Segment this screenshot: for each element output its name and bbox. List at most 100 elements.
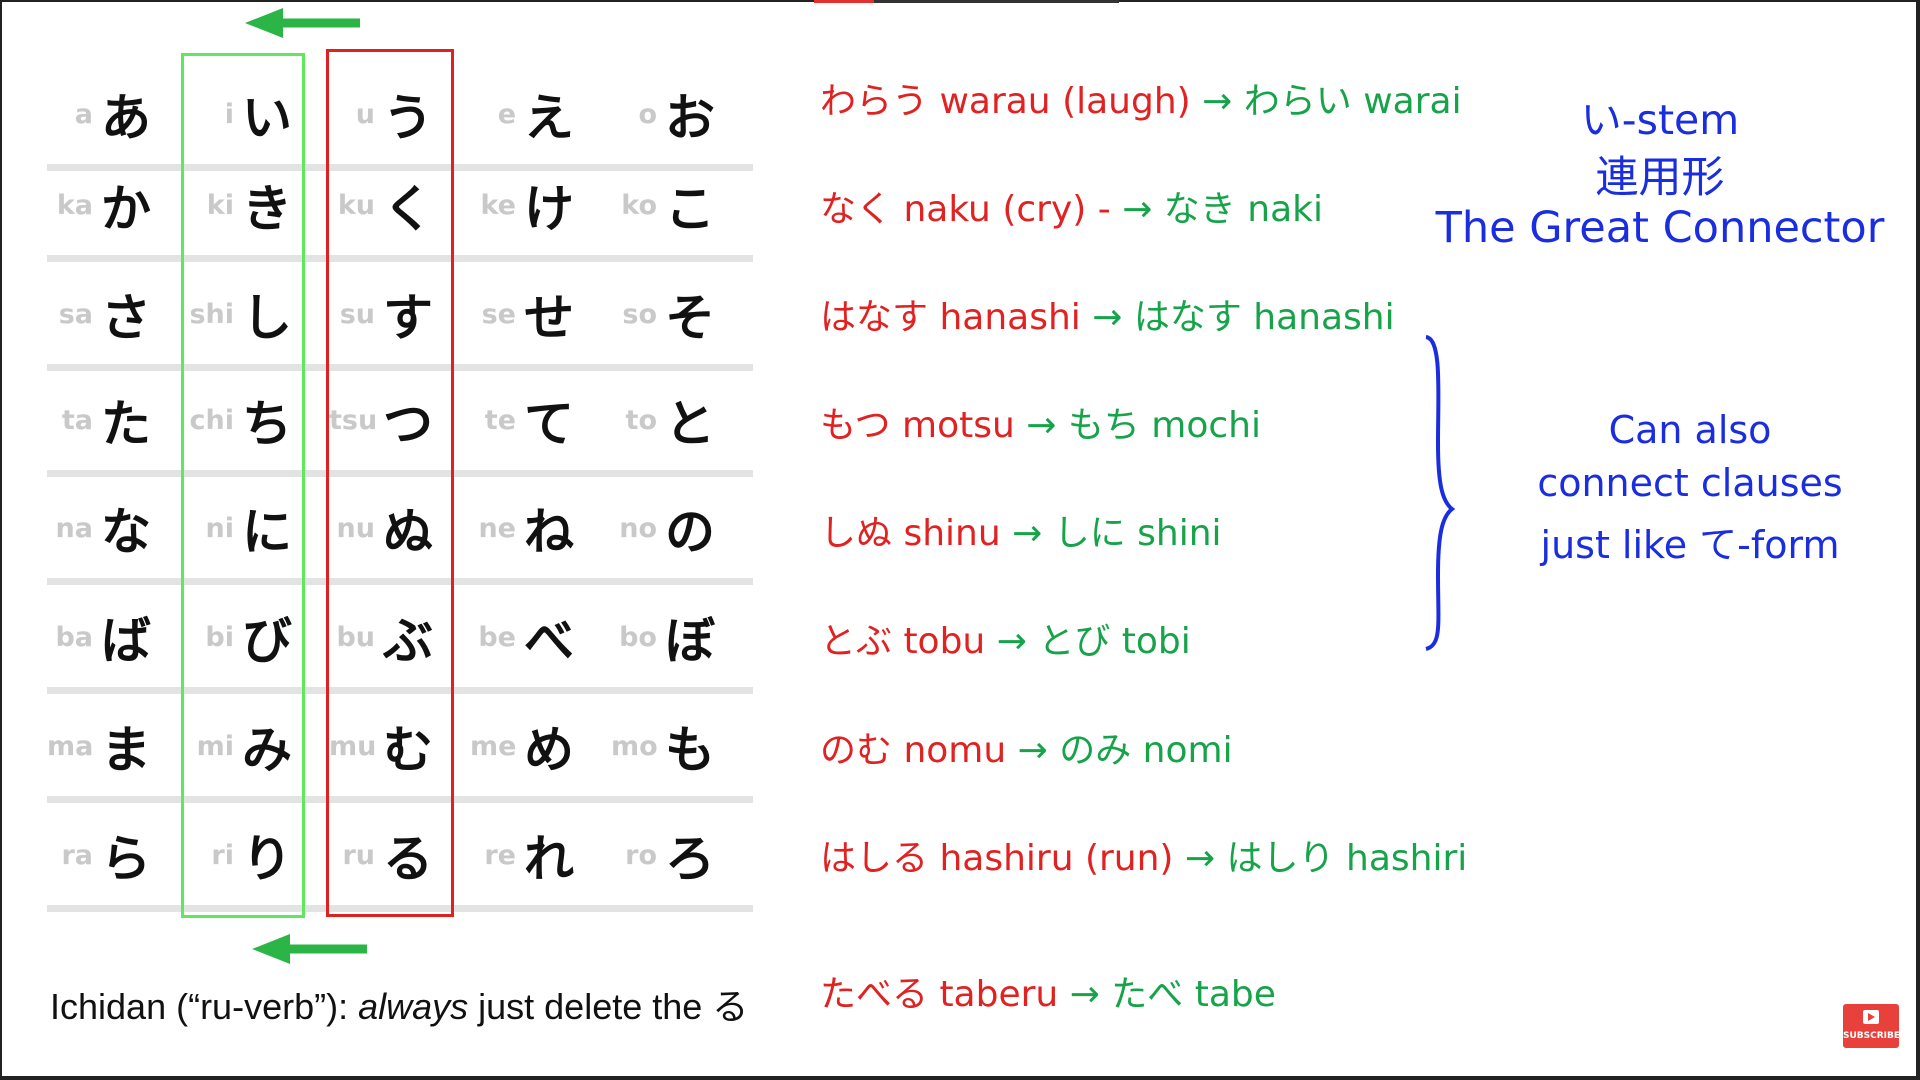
kana-cell: no の <box>611 474 752 582</box>
example-dictionary-form: はしる hashiru (run) <box>820 838 1185 879</box>
kana-cell: re れ <box>470 801 611 909</box>
example-stem-form: しに shini <box>1042 513 1222 554</box>
subscribe-label: SUBSCRIBE <box>1843 1031 1901 1041</box>
kana-cell: me め <box>470 692 611 800</box>
example-dictionary-form: なく naku (cry) - <box>820 189 1123 230</box>
kana-char: え <box>524 89 574 147</box>
caption-emphasis: always <box>358 986 469 1027</box>
kana-char: あ <box>101 89 151 147</box>
kana-cell: so そ <box>611 260 752 368</box>
romaji-label: ne <box>478 512 516 544</box>
romaji-label: ra <box>61 839 93 871</box>
kana-cell: ma ま <box>47 692 188 800</box>
kana-char: こ <box>665 180 715 238</box>
example-dictionary-form: のむ nomu <box>820 730 1018 771</box>
example-dictionary-form: たべる taberu <box>820 974 1070 1015</box>
example-arrow: → <box>1012 513 1043 554</box>
kana-cell: ba ば <box>47 583 188 691</box>
example-arrow: → <box>1092 297 1123 338</box>
frame-right-border <box>1916 0 1920 1080</box>
note-can-also: Can also <box>1608 408 1772 452</box>
romaji-label: to <box>625 404 657 436</box>
note-stem-title: い-stem <box>1580 96 1740 144</box>
kana-char: ぼ <box>665 612 715 670</box>
example-stem-form: なき naki <box>1152 189 1323 230</box>
kana-char: さ <box>101 289 151 347</box>
romaji-label: mo <box>611 730 658 762</box>
kana-char: も <box>665 721 715 779</box>
romaji-label: ke <box>480 189 516 221</box>
caption-post: just delete the る <box>468 986 749 1027</box>
conjugation-example: しぬ shinu → しに shini <box>820 504 1222 556</box>
kana-cell: ra ら <box>47 801 188 909</box>
kana-char: そ <box>665 289 715 347</box>
kana-cell: te て <box>470 366 611 474</box>
romaji-label: ko <box>621 189 657 221</box>
subscribe-button[interactable]: SUBSCRIBE <box>1843 1004 1901 1048</box>
example-stem-form: もち mochi <box>1056 405 1261 446</box>
romaji-label: a <box>74 98 93 130</box>
play-triangle-icon <box>1868 1013 1875 1021</box>
example-stem-form: とび tobi <box>1026 621 1191 662</box>
example-dictionary-form: わらう warau (laugh) <box>820 81 1203 122</box>
example-arrow: → <box>1017 730 1048 771</box>
romaji-label: sa <box>58 298 93 330</box>
curly-brace-icon <box>1425 335 1456 651</box>
kana-cell: ro ろ <box>611 801 752 909</box>
kana-char: ろ <box>665 830 715 888</box>
romaji-label: o <box>638 98 657 130</box>
kana-char: て <box>524 395 574 453</box>
example-dictionary-form: もつ motsu <box>820 405 1027 446</box>
kana-char: か <box>101 180 151 238</box>
example-dictionary-form: とぶ tobu <box>820 621 997 662</box>
romaji-label: be <box>478 621 516 653</box>
note-connect-clauses: connect clauses <box>1537 461 1843 505</box>
top-progress-dark <box>874 0 1119 3</box>
kana-char: け <box>524 180 574 238</box>
arrow-left-bottom-icon <box>252 934 367 964</box>
kana-char: せ <box>524 289 574 347</box>
ichidan-caption: Ichidan (“ru-verb”): always just delete … <box>50 978 748 1030</box>
kana-cell: ko こ <box>611 151 752 259</box>
kana-cell: na な <box>47 474 188 582</box>
kana-cell: ke け <box>470 151 611 259</box>
example-stem-form: はしり hashiri <box>1215 838 1468 879</box>
kana-char: ば <box>101 612 151 670</box>
romaji-label: e <box>497 98 516 130</box>
kana-char: お <box>665 89 715 147</box>
top-progress-red <box>814 0 874 3</box>
conjugation-example: わらう warau (laugh) → わらい warai <box>820 72 1462 124</box>
conjugation-example: もつ motsu → もち mochi <box>820 396 1261 448</box>
romaji-label: ma <box>47 730 94 762</box>
kana-cell: bo ぼ <box>611 583 752 691</box>
romaji-label: me <box>470 730 517 762</box>
romaji-label: ro <box>625 839 657 871</box>
note-great-connector: The Great Connector <box>1435 203 1885 253</box>
conjugation-example: たべる taberu → たべ tabe <box>820 965 1276 1017</box>
kana-cell: ka か <box>47 151 188 259</box>
kana-char: と <box>665 395 715 453</box>
kana-char: ら <box>101 830 151 888</box>
example-stem-form: たべ tabe <box>1099 974 1276 1015</box>
example-stem-form: はなす hanashi <box>1122 297 1395 338</box>
example-arrow: → <box>1202 81 1233 122</box>
kana-cell: be べ <box>470 583 611 691</box>
example-stem-form: わらい warai <box>1232 81 1462 122</box>
example-arrow: → <box>1069 974 1100 1015</box>
caption-pre: Ichidan (“ru-verb”): <box>50 986 359 1027</box>
kana-char: ね <box>524 503 574 561</box>
example-dictionary-form: はなす hanashi <box>820 297 1093 338</box>
kana-cell: ta た <box>47 366 188 474</box>
arrow-left-top-icon <box>245 8 360 38</box>
kana-cell: sa さ <box>47 260 188 368</box>
kana-cell: to と <box>611 366 752 474</box>
romaji-label: te <box>484 404 516 436</box>
example-arrow: → <box>1122 189 1153 230</box>
kana-cell: ne ね <box>470 474 611 582</box>
romaji-label: re <box>484 839 516 871</box>
romaji-label: na <box>55 512 93 544</box>
kana-cell: se せ <box>470 260 611 368</box>
conjugation-example: はなす hanashi → はなす hanashi <box>820 288 1395 340</box>
example-arrow: → <box>1184 838 1216 879</box>
romaji-label: ka <box>56 189 93 221</box>
